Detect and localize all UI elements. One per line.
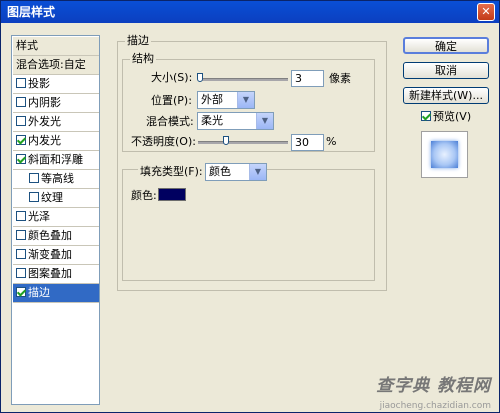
size-label: 大小(S): (151, 71, 193, 84)
blend-options-label: 混合选项:自定 (16, 58, 86, 71)
position-label: 位置(P): (151, 94, 192, 107)
sidebar-item-outer-glow[interactable]: 外发光 (13, 113, 99, 132)
sidebar-item-label: 纹理 (41, 191, 63, 204)
sidebar-item-label: 斜面和浮雕 (28, 153, 83, 166)
opacity-input[interactable]: 30 (291, 134, 324, 151)
new-style-button[interactable]: 新建样式(W)... (403, 87, 489, 104)
sidebar-item-label: 光泽 (28, 210, 50, 223)
sidebar-item-drop-shadow[interactable]: 投影 (13, 75, 99, 94)
size-unit-label: 像素 (329, 72, 351, 85)
sidebar-item-bevel-emboss[interactable]: 斜面和浮雕 (13, 151, 99, 170)
pattern-overlay-checkbox[interactable] (16, 268, 26, 278)
preview-toggle[interactable]: 预览(V) (421, 110, 471, 124)
contour-checkbox[interactable] (29, 173, 39, 183)
bevel-emboss-checkbox[interactable] (16, 154, 26, 164)
sidebar-item-label: 描边 (28, 286, 50, 299)
inner-glow-checkbox[interactable] (16, 135, 26, 145)
opacity-slider-thumb[interactable] (223, 136, 229, 145)
sidebar-item-label: 渐变叠加 (28, 248, 72, 261)
watermark-logo: 查字典 教程网 (376, 376, 491, 396)
texture-checkbox[interactable] (29, 192, 39, 202)
fill-type-label: 填充类型(F): (138, 165, 205, 179)
stroke-group-title: 描边 (125, 34, 151, 47)
sidebar-item-texture[interactable]: 纹理 (13, 189, 99, 208)
sidebar-item-gradient-overlay[interactable]: 渐变叠加 (13, 246, 99, 265)
outer-glow-checkbox[interactable] (16, 116, 26, 126)
sidebar-item-label: 投影 (28, 77, 50, 90)
sidebar-item-stroke[interactable]: 描边 (13, 284, 99, 303)
watermark-url: jiaocheng.chazidian.com (379, 401, 491, 411)
sidebar-item-inner-shadow[interactable]: 内阴影 (13, 94, 99, 113)
inner-shadow-checkbox[interactable] (16, 97, 26, 107)
layer-style-dialog: 图层样式 ✕ 样式 混合选项:自定 投影 内阴影 外发光 内发光 斜面和浮雕 等… (0, 0, 500, 413)
sidebar-item-label: 外发光 (28, 115, 61, 128)
fill-type-select-value: 颜色 (209, 165, 231, 178)
style-list-header[interactable]: 样式 (13, 37, 99, 56)
sidebar-item-satin[interactable]: 光泽 (13, 208, 99, 227)
blend-options-item[interactable]: 混合选项:自定 (13, 56, 99, 75)
sidebar-item-label: 颜色叠加 (28, 229, 72, 242)
opacity-slider-track[interactable] (198, 141, 288, 144)
color-overlay-checkbox[interactable] (16, 230, 26, 240)
fill-type-select[interactable]: 颜色 ▼ (205, 163, 267, 181)
satin-checkbox[interactable] (16, 211, 26, 221)
blend-mode-select[interactable]: 柔光 ▼ (197, 112, 274, 130)
blend-mode-select-value: 柔光 (201, 114, 223, 127)
sidebar-item-inner-glow[interactable]: 内发光 (13, 132, 99, 151)
gradient-overlay-checkbox[interactable] (16, 249, 26, 259)
opacity-unit-label: % (326, 135, 337, 148)
color-swatch[interactable] (158, 188, 186, 201)
style-list-header-label: 样式 (16, 39, 38, 52)
color-label: 颜色: (131, 189, 157, 202)
sidebar-item-color-overlay[interactable]: 颜色叠加 (13, 227, 99, 246)
style-list: 样式 混合选项:自定 投影 内阴影 外发光 内发光 斜面和浮雕 等高线 纹理 光… (11, 35, 100, 405)
fill-group (122, 169, 375, 281)
size-input[interactable]: 3 (291, 70, 324, 87)
structure-group-title: 结构 (130, 52, 156, 65)
window-title: 图层样式 (7, 5, 56, 19)
position-select[interactable]: 外部 ▼ (197, 91, 255, 109)
chevron-down-icon[interactable]: ▼ (256, 113, 273, 129)
chevron-down-icon[interactable]: ▼ (249, 164, 266, 180)
sidebar-item-label: 内发光 (28, 134, 61, 147)
sidebar-item-label: 等高线 (41, 172, 74, 185)
ok-button[interactable]: 确定 (403, 37, 489, 54)
title-bar[interactable]: 图层样式 ✕ (1, 1, 499, 23)
style-preview-thumbnail (421, 131, 468, 178)
preview-label: 预览(V) (433, 110, 472, 123)
opacity-label: 不透明度(O): (131, 135, 196, 148)
sidebar-item-label: 图案叠加 (28, 267, 72, 280)
sidebar-item-pattern-overlay[interactable]: 图案叠加 (13, 265, 99, 284)
size-slider-track[interactable] (198, 78, 288, 81)
drop-shadow-checkbox[interactable] (16, 78, 26, 88)
preview-checkbox[interactable] (421, 111, 431, 121)
preview-swatch (431, 141, 458, 168)
cancel-button[interactable]: 取消 (403, 62, 489, 79)
size-slider-thumb[interactable] (197, 73, 203, 82)
chevron-down-icon[interactable]: ▼ (237, 92, 254, 108)
close-icon[interactable]: ✕ (477, 3, 495, 21)
sidebar-item-contour[interactable]: 等高线 (13, 170, 99, 189)
sidebar-item-label: 内阴影 (28, 96, 61, 109)
blend-mode-label: 混合模式: (146, 115, 194, 128)
position-select-value: 外部 (201, 93, 223, 106)
stroke-checkbox[interactable] (16, 287, 26, 297)
